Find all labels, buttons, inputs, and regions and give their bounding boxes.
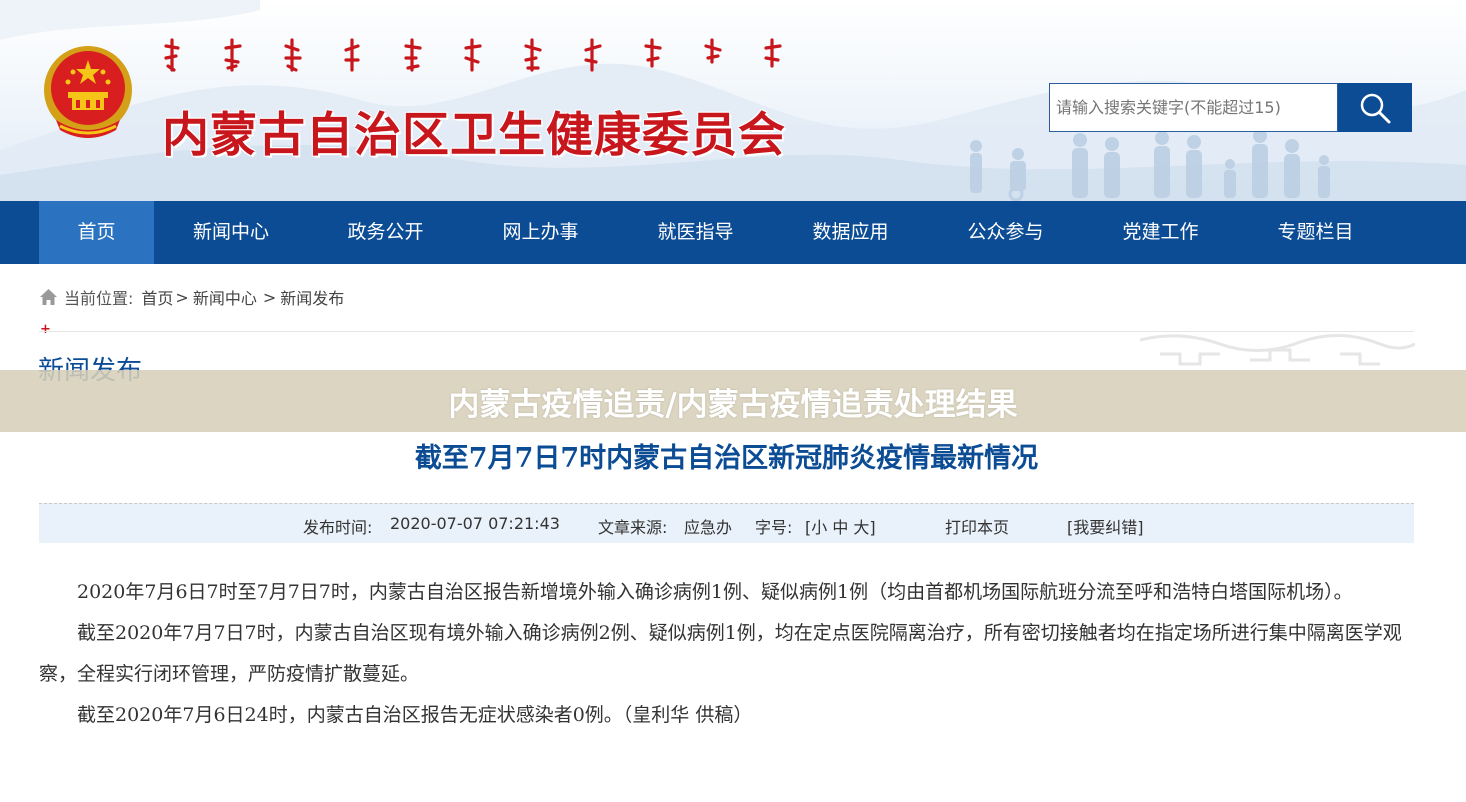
font-size-selector[interactable]: [小 中 大] (805, 514, 876, 538)
site-title: 内蒙古自治区卫生健康委员会 (162, 108, 786, 163)
nav-item-online-services[interactable]: 网上办事 (463, 201, 618, 264)
breadcrumb: 当前位置: 首页 > 新闻中心 > 新闻发布 (39, 285, 344, 309)
font-size-label: 字号: (755, 518, 793, 537)
main-nav: 首页 新闻中心 政务公开 网上办事 就医指导 数据应用 公众参与 党建工作 专题… (0, 201, 1466, 264)
source-label: 文章来源: (598, 518, 668, 537)
nav-item-special-columns[interactable]: 专题栏目 (1238, 201, 1393, 264)
print-page-link[interactable]: 打印本页 (945, 514, 1009, 538)
site-header: 内蒙古自治区卫生健康委员会 (0, 0, 1466, 201)
article-content: 2020年7月6日7时至7月7日7时，内蒙古自治区报告新增境外输入确诊病例1例、… (39, 572, 1414, 736)
nav-item-data-application[interactable]: 数据应用 (773, 201, 928, 264)
home-icon (40, 289, 57, 305)
mongolian-script-logo (164, 38, 782, 72)
people-silhouette-decoration (970, 129, 1330, 201)
nav-item-medical-guide[interactable]: 就医指导 (618, 201, 773, 264)
national-emblem-icon (44, 46, 132, 138)
article-paragraph: 2020年7月6日7时至7月7日7时，内蒙古自治区报告新增境外输入确诊病例1例、… (77, 581, 1353, 603)
nav-item-home[interactable]: 首页 (39, 201, 154, 264)
search-icon (1360, 93, 1391, 123)
article-paragraph: 截至2020年7月7日7时，内蒙古自治区现有境外输入确诊病例2例、疑似病例1例，… (39, 622, 1402, 685)
overlay-banner: 内蒙古疫情追责/内蒙古疫情追责处理结果 (0, 370, 1466, 432)
nav-item-public-participation[interactable]: 公众参与 (928, 201, 1083, 264)
breadcrumb-home[interactable]: 首页 (141, 285, 173, 309)
publish-time-label: 发布时间: (303, 518, 373, 537)
search-button[interactable] (1338, 83, 1412, 132)
nav-item-news-center[interactable]: 新闻中心 (154, 201, 308, 264)
report-error-link[interactable]: [我要纠错] (1067, 514, 1144, 538)
nav-item-government-affairs[interactable]: 政务公开 (308, 201, 463, 264)
search-input[interactable] (1049, 83, 1338, 132)
breadcrumb-separator: > (262, 287, 277, 307)
decorative-pattern (1140, 334, 1415, 366)
article-paragraph: 截至2020年7月6日24时，内蒙古自治区报告无症状感染者0例。（皇利华 供稿） (77, 704, 753, 726)
breadcrumb-news-center[interactable]: 新闻中心 (193, 285, 257, 309)
breadcrumb-prefix: 当前位置: (64, 289, 134, 308)
article-title: 截至7月7日7时内蒙古自治区新冠肺炎疫情最新情况 (414, 443, 1039, 474)
banner-text: 内蒙古疫情追责/内蒙古疫情追责处理结果 (448, 386, 1018, 423)
breadcrumb-news-release[interactable]: 新闻发布 (280, 285, 344, 309)
source-value: 应急办 (684, 518, 733, 537)
section-marker: + (40, 322, 51, 337)
breadcrumb-separator: > (175, 287, 189, 307)
publish-time: 2020-07-07 07:21:43 (390, 514, 560, 533)
nav-item-party-building[interactable]: 党建工作 (1083, 201, 1238, 264)
article-meta-bar: 发布时间: 2020-07-07 07:21:43 文章来源: 应急办 字号: … (39, 503, 1414, 543)
